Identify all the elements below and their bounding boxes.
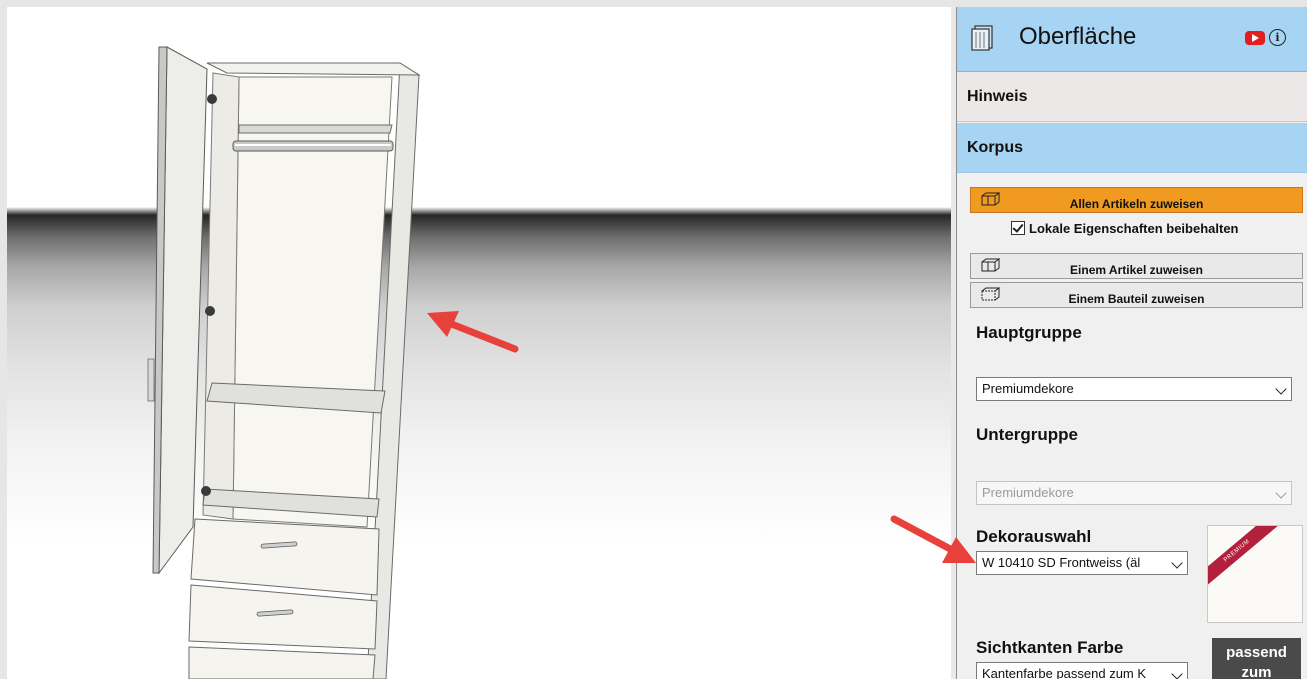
assign-one-component-label: Einem Bauteil zuweisen [1068,292,1205,306]
untergruppe-value: Premiumdekore [982,485,1074,500]
passend-button[interactable]: passend zum [1212,638,1301,679]
sichtkanten-select[interactable]: Kantenfarbe passend zum K [976,662,1188,679]
assign-one-article-button[interactable]: Einem Artikel zuweisen [970,253,1303,279]
surface-icon [971,25,993,51]
untergruppe-label: Untergruppe [976,425,1078,444]
assign-all-articles-button[interactable]: Allen Artikeln zuweisen [970,187,1303,213]
panel-title: Oberfläche [1019,23,1137,50]
checkbox-icon[interactable] [1011,221,1025,235]
info-icon[interactable]: i [1269,29,1286,46]
dekorauswahl-select[interactable]: W 10410 SD Frontweiss (äl [976,551,1188,575]
assign-one-component-button[interactable]: Einem Bauteil zuweisen [970,282,1303,308]
sichtkanten-label: Sichtkanten Farbe [976,638,1124,657]
checkbox-label: Lokale Eigenschaften beibehalten [1029,221,1239,236]
chevron-down-icon [1171,557,1183,569]
assign-all-label: Allen Artikeln zuweisen [1069,197,1204,211]
chevron-down-icon [1275,487,1287,499]
keep-local-properties-checkbox[interactable]: Lokale Eigenschaften beibehalten [1011,221,1239,236]
chevron-down-icon [1171,668,1183,679]
hauptgruppe-select[interactable]: Premiumdekore [976,377,1292,401]
dekorauswahl-value: W 10410 SD Frontweiss (äl [982,555,1141,570]
surface-panel: Oberfläche i Hinweis Korpus Allen Artike… [956,7,1307,679]
hauptgruppe-label: Hauptgruppe [976,323,1082,342]
dekorauswahl-label: Dekorauswahl [976,527,1092,546]
annotation-arrow [427,311,519,353]
panel-header: Oberfläche i [957,7,1307,72]
premium-ribbon: PREMIUM [1208,526,1284,592]
section-hinweis[interactable]: Hinweis [957,72,1307,122]
assign-one-article-label: Einem Artikel zuweisen [1070,263,1203,277]
chevron-down-icon [1275,383,1287,395]
hauptgruppe-value: Premiumdekore [982,381,1074,396]
annotation-arrow [890,515,976,563]
section-korpus[interactable]: Korpus [957,123,1307,173]
sichtkanten-value: Kantenfarbe passend zum K [982,666,1147,679]
youtube-icon[interactable] [1245,31,1265,45]
wardrobe-3d-model[interactable] [7,7,951,679]
untergruppe-select: Premiumdekore [976,481,1292,505]
decor-preview-swatch: PREMIUM [1207,525,1303,623]
3d-viewport[interactable] [7,7,951,679]
